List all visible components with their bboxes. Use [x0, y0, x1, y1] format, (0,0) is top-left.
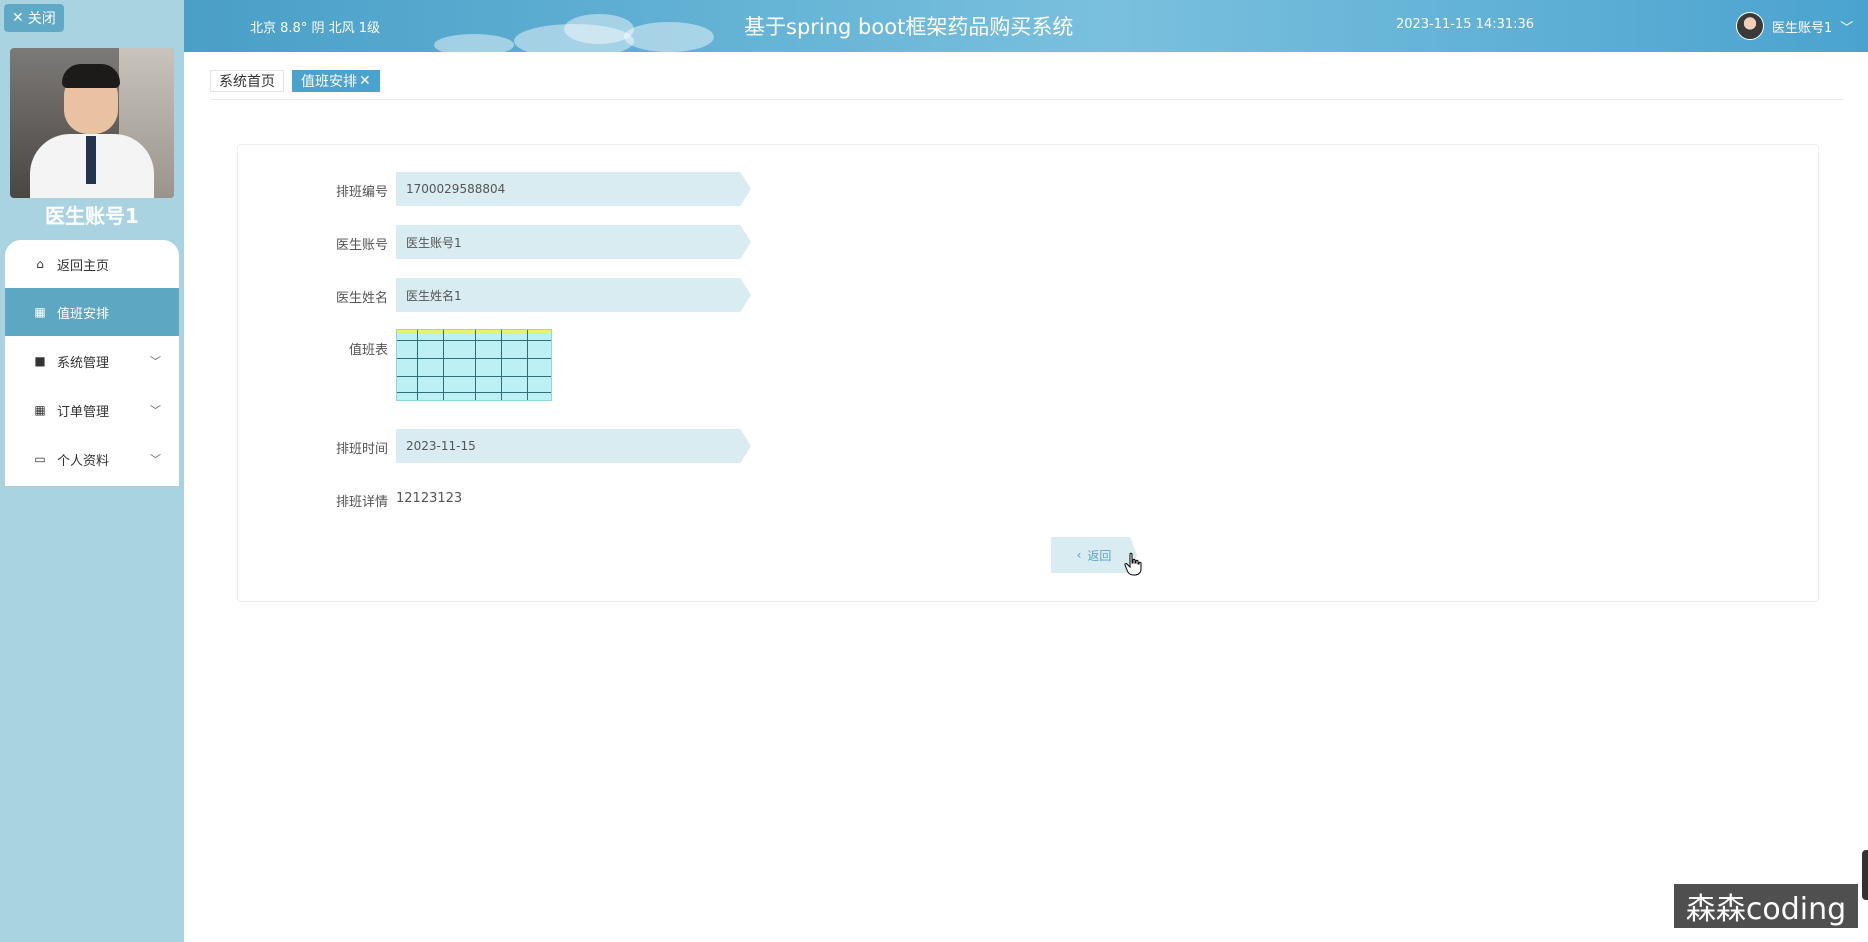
avatar [1736, 12, 1764, 40]
hand-cursor-icon [1124, 552, 1142, 576]
detail-panel: 排班编号 1700029588804 医生账号 医生账号1 医生姓名 医生姓名1… [237, 144, 1819, 602]
tab-duty-schedule[interactable]: 值班安排 ✕ [292, 70, 380, 92]
schedule-no-field[interactable]: 1700029588804 [396, 172, 751, 206]
close-sidebar-button[interactable]: ✕ 关闭 [4, 4, 64, 32]
sidebar-item-label: 系统管理 [57, 355, 110, 371]
schedule-no-label: 排班编号 [335, 185, 388, 200]
sidebar-item-label: 返回主页 [57, 258, 110, 274]
user-photo [10, 48, 174, 198]
grid-icon: ▦ [34, 403, 46, 417]
card-icon: ▭ [34, 452, 46, 466]
sidebar-item-label: 个人资料 [57, 453, 110, 469]
sidebar-item-home[interactable]: ⌂ 返回主页 [5, 240, 179, 288]
top-bar: 北京 8.8° 阴 北风 1级 基于spring boot框架药品购买系统 20… [184, 0, 1868, 58]
back-button-label: 返回 [1087, 548, 1112, 563]
tab-label: 值班安排 [301, 74, 357, 90]
edge-marker [1862, 850, 1868, 900]
schedule-detail-label: 排班详情 [335, 495, 388, 510]
sidebar: ✕ 关闭 医生账号1 ⌂ 返回主页 ▦ 值班安排 ■ 系统管理 ﹀ ▦ 订单管理… [0, 0, 184, 942]
doctor-account-field[interactable]: 医生账号1 [396, 225, 751, 259]
app-title: 基于spring boot框架药品购买系统 [744, 15, 1074, 39]
chevron-down-icon: ﹀ [1840, 20, 1854, 36]
chevron-down-icon: ﹀ [150, 453, 161, 466]
watermark: 森森coding [1674, 884, 1858, 928]
tabs-divider [210, 99, 1844, 100]
book-icon: ■ [34, 354, 46, 368]
sidebar-item-system-management[interactable]: ■ 系统管理 ﹀ [5, 337, 179, 385]
sidebar-user-name: 医生账号1 [45, 204, 139, 228]
sidebar-item-label: 值班安排 [57, 306, 110, 322]
schedule-time-label: 排班时间 [335, 442, 388, 457]
chevron-down-icon: ﹀ [150, 355, 161, 368]
user-menu-name: 医生账号1 [1772, 20, 1833, 36]
weather-info: 北京 8.8° 阴 北风 1级 [250, 21, 380, 36]
schedule-time-field[interactable]: 2023-11-15 [396, 429, 751, 463]
close-label: 关闭 [27, 11, 56, 27]
duty-table-label: 值班表 [348, 343, 388, 358]
doctor-name-label: 医生姓名 [335, 291, 388, 306]
doctor-account-label: 医生账号 [335, 238, 388, 253]
grid-icon: ▦ [34, 305, 46, 319]
tab-home[interactable]: 系统首页 [210, 70, 284, 92]
chevron-down-icon: ﹀ [150, 404, 161, 417]
user-menu[interactable]: 医生账号1 ﹀ [1736, 12, 1853, 40]
home-icon: ⌂ [36, 257, 44, 271]
doctor-name-field[interactable]: 医生姓名1 [396, 278, 751, 312]
close-icon[interactable]: ✕ [359, 73, 371, 89]
current-datetime: 2023-11-15 14:31:36 [1396, 17, 1535, 32]
sidebar-item-label: 订单管理 [57, 404, 110, 420]
sidebar-item-profile[interactable]: ▭ 个人资料 ﹀ [5, 435, 179, 483]
chevron-left-icon: ‹ [1076, 548, 1082, 562]
close-icon: ✕ [12, 10, 24, 26]
sidebar-item-duty-schedule[interactable]: ▦ 值班安排 [5, 288, 179, 336]
sidebar-item-order-management[interactable]: ▦ 订单管理 ﹀ [5, 386, 179, 434]
duty-table-image[interactable] [396, 329, 552, 401]
sidebar-menu: ⌂ 返回主页 ▦ 值班安排 ■ 系统管理 ﹀ ▦ 订单管理 ﹀ ▭ 个人资料 ﹀ [5, 240, 179, 486]
tab-label: 系统首页 [219, 74, 275, 90]
schedule-detail-value: 12123123 [396, 491, 463, 506]
tab-bar: 系统首页 值班安排 ✕ [210, 70, 380, 92]
